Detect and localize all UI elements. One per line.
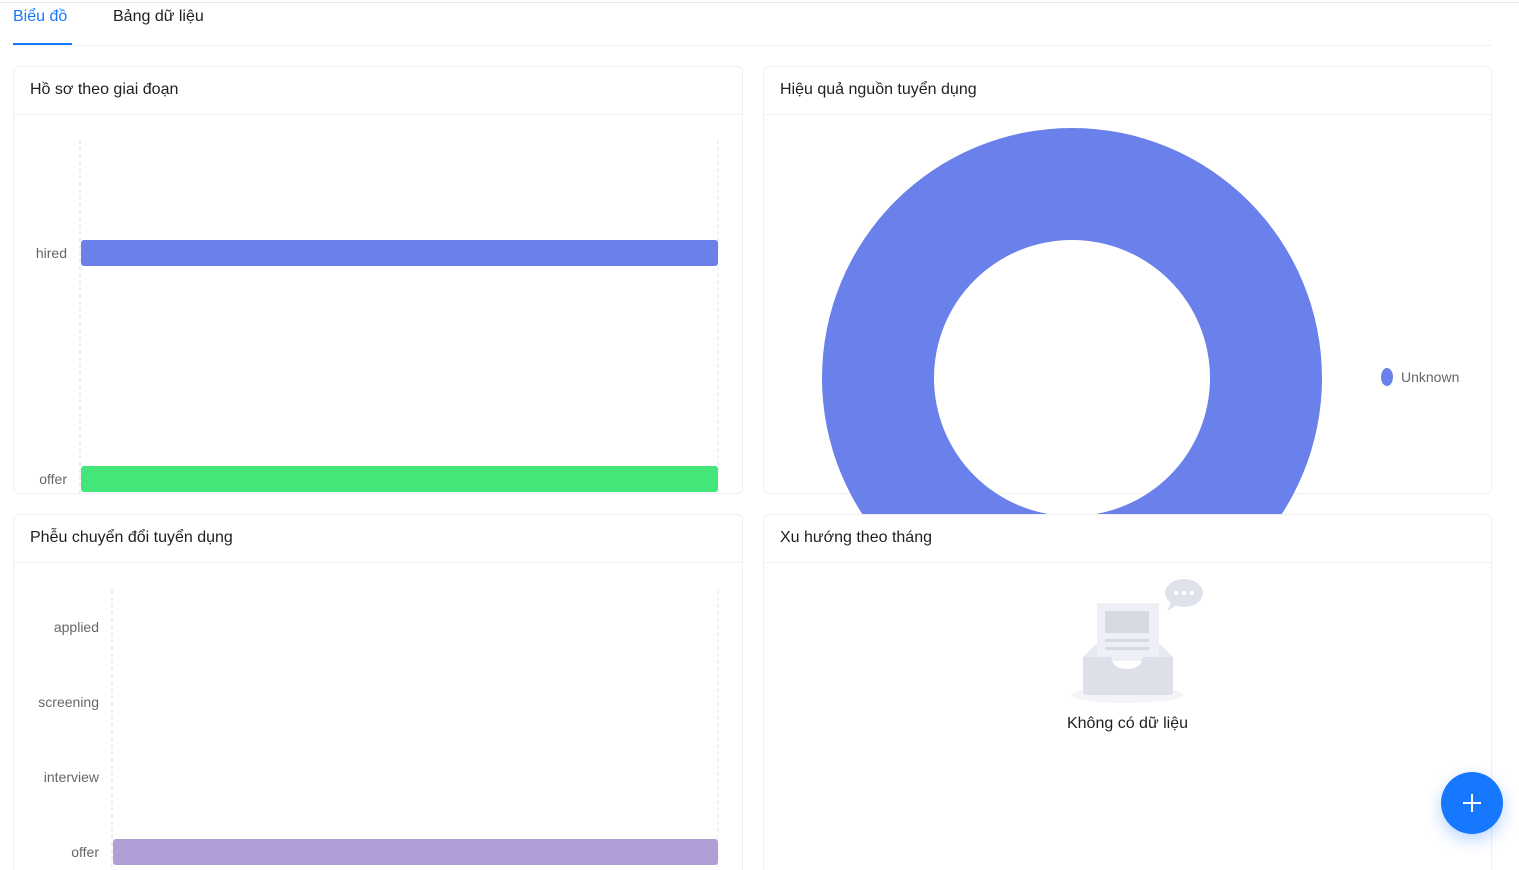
- funnel-chart-card: Phễu chuyển đổi tuyển dụng applied screen…: [13, 514, 743, 870]
- bar-offer: [81, 466, 718, 492]
- add-fab-button[interactable]: [1441, 772, 1503, 834]
- stage-chart-title: Hồ sơ theo giai đoạn: [14, 67, 742, 115]
- stage-chart-card: Hồ sơ theo giai đoạn hired offer: [13, 66, 743, 494]
- active-tab-indicator: [13, 43, 72, 45]
- view-tabs: Biểu đồ Bảng dữ liệu: [13, 0, 1491, 46]
- tick-label-offer: offer: [71, 844, 99, 860]
- stage-bar-chart: hired offer: [36, 140, 719, 493]
- funnel-bar-chart: applied screening interview offer: [38, 590, 719, 870]
- tab-chart[interactable]: Biểu đồ: [13, 8, 67, 26]
- tick-label-screening: screening: [38, 694, 99, 710]
- stage-chart-body: hired offer: [14, 115, 742, 493]
- source-donut-chart: Unknown: [822, 128, 1459, 514]
- trend-chart-title: Xu hướng theo tháng: [764, 515, 1491, 563]
- source-chart-title: Hiệu quả nguồn tuyển dụng: [764, 67, 1491, 115]
- empty-inbox-icon: [1071, 579, 1203, 703]
- tick-label-hired: hired: [36, 245, 67, 261]
- tick-label-interview: interview: [44, 769, 100, 785]
- tab-data-table[interactable]: Bảng dữ liệu: [113, 8, 204, 26]
- tick-label-offer: offer: [39, 471, 67, 487]
- funnel-chart-title: Phễu chuyển đổi tuyển dụng: [14, 515, 742, 563]
- bar-offer: [113, 839, 718, 865]
- bar-hired: [81, 240, 718, 266]
- trend-chart-body: Không có dữ liệu: [764, 563, 1491, 870]
- trend-chart-card: Xu hướng theo tháng Không có dữ liệu: [763, 514, 1492, 870]
- legend-marker-unknown: [1381, 368, 1393, 386]
- funnel-chart-body: applied screening interview offer: [14, 563, 742, 870]
- plus-icon: [1463, 794, 1481, 812]
- tick-label-applied: applied: [54, 619, 99, 635]
- empty-state-text: Không có dữ liệu: [1066, 715, 1188, 732]
- donut-slice-unknown: [822, 128, 1322, 514]
- legend-label-unknown: Unknown: [1401, 369, 1459, 385]
- source-chart-body: Unknown: [764, 115, 1491, 514]
